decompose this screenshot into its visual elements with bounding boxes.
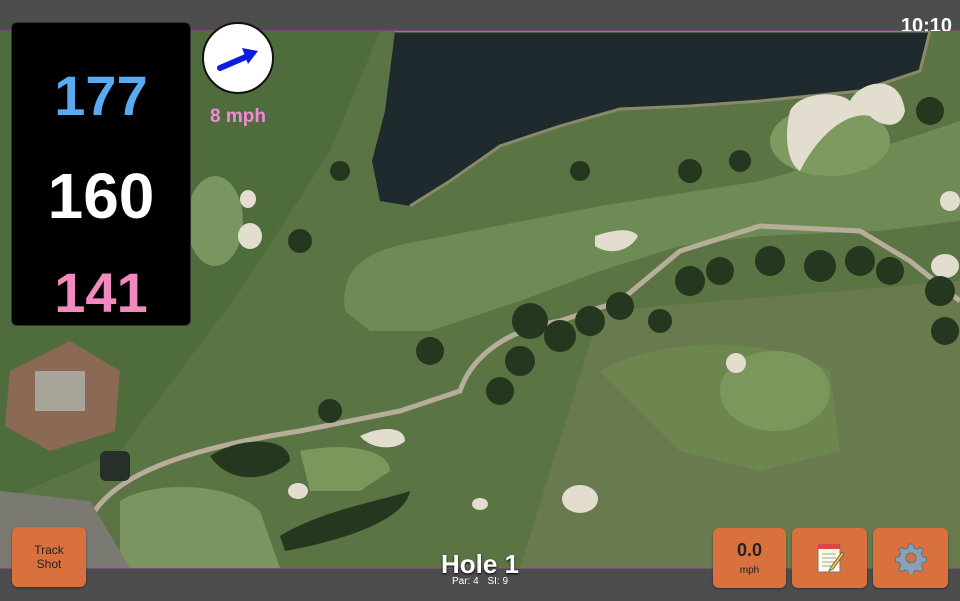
settings-button[interactable] [873, 528, 948, 588]
hole-par: Par: 4 [451, 576, 479, 587]
hole-info: Par: 4 SI: 9 [400, 576, 560, 587]
distance-back: 177 [54, 64, 148, 127]
speed-button[interactable]: 0.0 mph [713, 528, 786, 588]
notepad-icon [817, 544, 845, 573]
gear-icon [894, 543, 927, 574]
distance-front: 141 [54, 261, 148, 324]
track-shot-label: Track Shot [34, 543, 64, 571]
track-shot-button[interactable]: Track Shot [12, 527, 86, 587]
wind-speed: 8 mph [210, 106, 266, 127]
distance-middle: 160 [47, 160, 155, 232]
hole-stroke-index: SI: 9 [487, 576, 509, 587]
arrow-right-icon [217, 48, 258, 71]
distance-panel: 177 160 141 [11, 22, 191, 326]
speed-unit: mph [739, 565, 760, 576]
notes-button[interactable] [792, 528, 867, 588]
speed-value: 0.0 [736, 540, 763, 560]
wind-indicator [202, 22, 274, 94]
